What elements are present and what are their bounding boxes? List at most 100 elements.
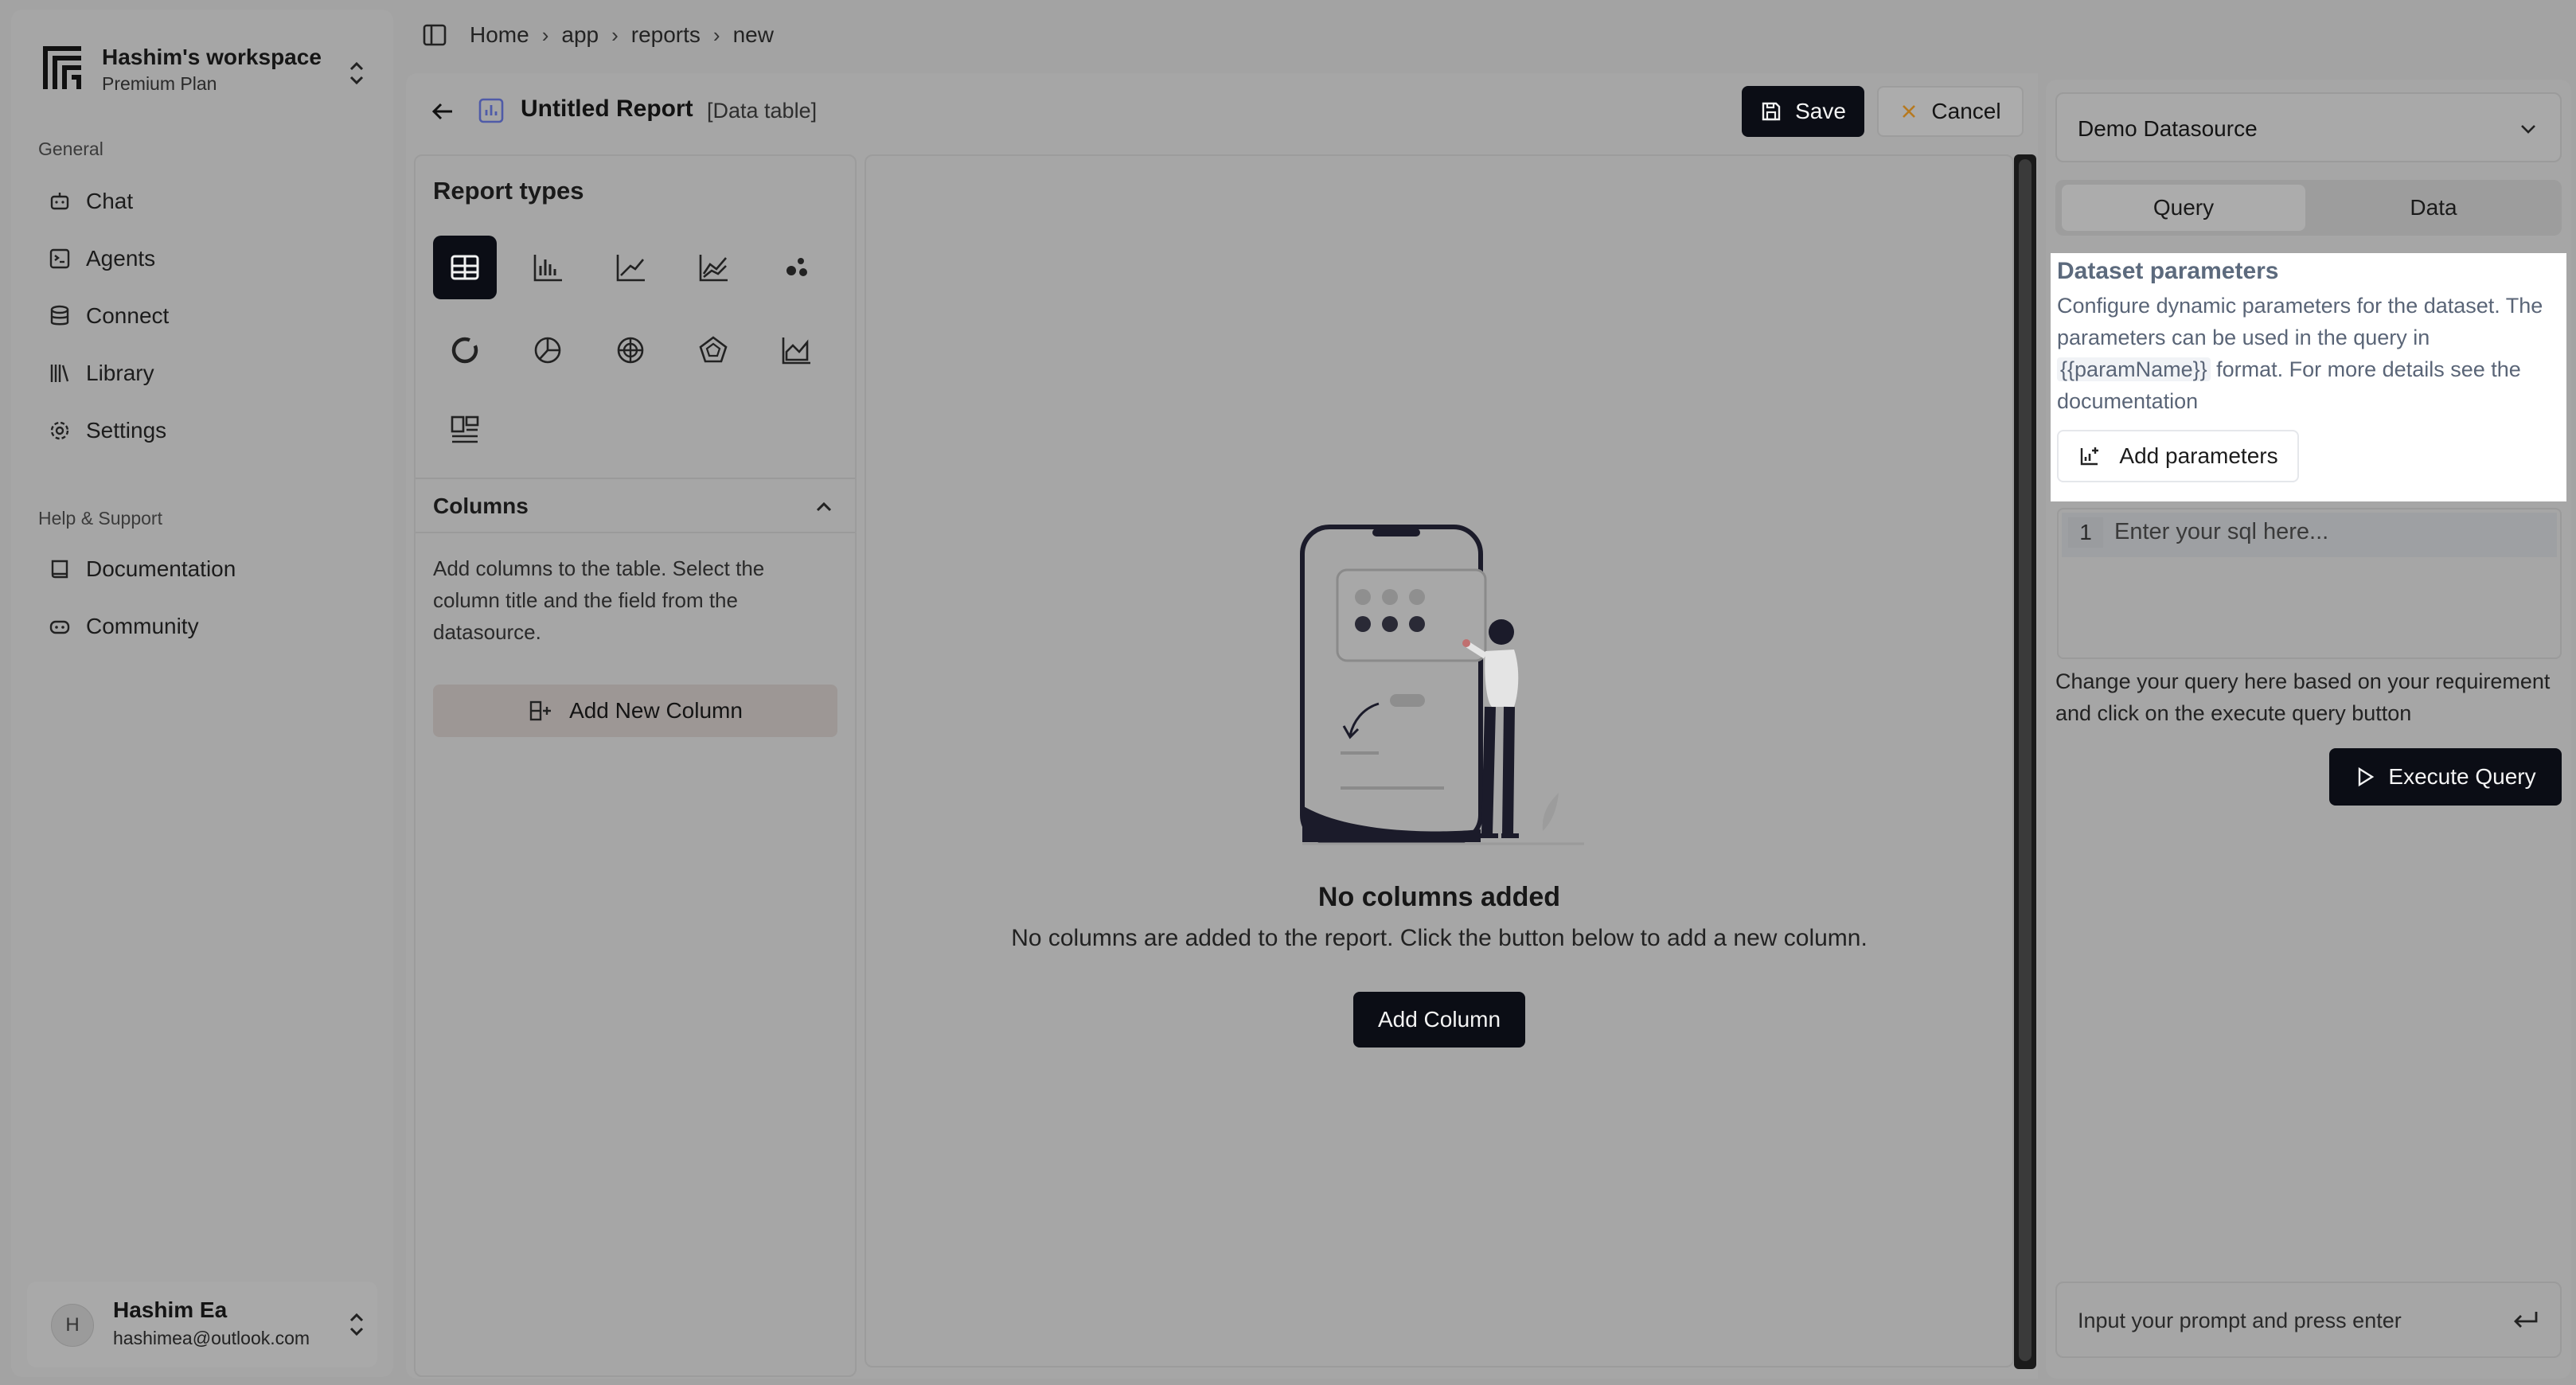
book-icon <box>51 560 68 579</box>
datasource-select[interactable]: Demo Datasource <box>2055 92 2562 162</box>
dataset-parameters-title: Dataset parameters <box>2057 258 2279 284</box>
columns-title: Columns <box>433 494 529 518</box>
bar-chart-icon <box>533 255 562 282</box>
param-name-code: {{paramName}} <box>2057 357 2211 381</box>
report-types-title: Report types <box>433 177 584 205</box>
add-parameters-label: Add parameters <box>2119 443 2278 468</box>
execute-query-button[interactable]: Execute Query <box>2329 748 2562 806</box>
sidebar-item-chat[interactable]: Chat <box>35 180 385 223</box>
breadcrumb-separator-icon: › <box>541 22 549 47</box>
tab-query[interactable]: Query <box>2062 185 2305 231</box>
type-layout-button[interactable] <box>433 398 497 462</box>
chat-bot-icon <box>50 193 69 210</box>
sidebar-item-label: Connect <box>86 303 170 328</box>
back-arrow-icon[interactable] <box>428 97 457 126</box>
add-column-label: Add Column <box>1377 1007 1501 1032</box>
breadcrumb: Home › app › reports › new <box>470 19 774 51</box>
play-icon <box>2359 767 2375 787</box>
report-type-label: [Data table] <box>707 99 818 123</box>
dataset-parameters-section: Dataset parameters Configure dynamic par… <box>2051 253 2566 501</box>
library-icon <box>50 365 69 382</box>
sidebar-item-agents[interactable]: Agents <box>35 237 385 280</box>
breadcrumb-separator-icon: › <box>611 22 619 47</box>
add-column-button[interactable]: Add Column <box>1353 992 1525 1048</box>
empty-state-description: No columns are added to the report. Clic… <box>1011 925 1868 951</box>
report-header: Untitled Report [Data table] <box>422 83 1879 138</box>
section-label-general: General <box>38 138 103 159</box>
type-pentagon-button[interactable] <box>681 318 745 382</box>
chevron-up-down-icon <box>349 1313 364 1336</box>
sidebar-item-documentation[interactable]: Documentation <box>35 548 385 591</box>
type-donut-button[interactable] <box>433 318 497 382</box>
chevron-down-icon <box>2521 125 2535 134</box>
line-chart-icon <box>616 255 645 282</box>
type-bar-button[interactable] <box>516 236 580 299</box>
scrollbar-thumb[interactable] <box>2019 159 2032 1361</box>
user-menu[interactable]: H Hashim Ea hashimea@outlook.com <box>27 1282 377 1367</box>
community-icon <box>49 620 70 634</box>
save-icon <box>1762 102 1781 121</box>
sidebar-item-label: Library <box>86 361 154 385</box>
sql-editor[interactable]: 1 Enter your sql here... <box>2057 508 2562 659</box>
section-label-help: Help & Support <box>38 508 162 529</box>
area-chart-icon <box>782 337 810 365</box>
radar-chart-icon <box>617 337 644 364</box>
breadcrumb-separator-icon: › <box>712 22 720 47</box>
sidebar-item-community[interactable]: Community <box>35 605 385 648</box>
database-icon <box>50 305 69 326</box>
user-email: hashimea@outlook.com <box>113 1328 310 1348</box>
breadcrumb-reports[interactable]: reports <box>631 22 701 48</box>
save-label: Save <box>1795 99 1846 123</box>
cancel-label: Cancel <box>1931 99 2001 123</box>
report-types-panel: Report types Columns Add columns to the … <box>414 154 857 1377</box>
add-new-column-button[interactable]: Add New Column <box>433 685 837 737</box>
columns-section-header[interactable]: Columns <box>416 478 855 533</box>
close-icon <box>1903 105 1916 118</box>
chevron-up-icon <box>816 501 832 512</box>
sidebar-item-settings[interactable]: Settings <box>35 409 385 452</box>
type-multi-line-button[interactable] <box>681 236 745 299</box>
sidebar-toggle-icon[interactable] <box>422 22 447 48</box>
report-title[interactable]: Untitled Report <box>521 96 693 123</box>
sidebar-item-label: Settings <box>86 418 167 443</box>
type-line-button[interactable] <box>599 236 662 299</box>
avatar: H <box>51 1304 94 1347</box>
agents-icon <box>49 248 70 269</box>
type-pie-button[interactable] <box>516 318 580 382</box>
layout-icon <box>451 416 479 443</box>
type-area-button[interactable] <box>764 318 828 382</box>
type-table-button[interactable] <box>433 236 497 299</box>
sidebar-item-label: Documentation <box>86 556 236 581</box>
breadcrumb-home[interactable]: Home <box>470 22 529 48</box>
enter-icon[interactable] <box>2509 1307 2541 1336</box>
add-column-icon <box>529 700 552 721</box>
sql-line-number: 1 <box>2068 517 2103 548</box>
cancel-button[interactable]: Cancel <box>1877 86 2024 137</box>
tab-data[interactable]: Data <box>2312 185 2555 231</box>
breadcrumb-app[interactable]: app <box>561 22 599 48</box>
add-chart-parameter-icon <box>2081 447 2099 466</box>
donut-chart-icon <box>451 337 478 364</box>
type-scatter-button[interactable] <box>764 236 828 299</box>
sidebar: Hashim's workspace Premium Plan General … <box>11 10 393 1377</box>
sidebar-item-library[interactable]: Library <box>35 352 385 395</box>
type-radar-button[interactable] <box>599 318 662 382</box>
gear-icon <box>50 421 69 440</box>
report-chart-icon <box>478 98 504 123</box>
user-name: Hashim Ea <box>113 1297 228 1322</box>
workspace-switcher[interactable]: Hashim's workspace Premium Plan <box>27 29 377 108</box>
query-help-text: Change your query here based on your req… <box>2055 669 2551 725</box>
columns-description: Add columns to the table. Select the col… <box>433 556 765 644</box>
scatter-chart-icon <box>786 258 807 276</box>
dataset-parameters-description: Configure dynamic parameters for the dat… <box>2057 290 2566 417</box>
add-parameters-button[interactable]: Add parameters <box>2057 430 2299 482</box>
sql-placeholder: Enter your sql here... <box>2114 519 2329 544</box>
empty-state-illustration <box>1300 525 1584 845</box>
dataset-parameters-desc-start: Configure dynamic parameters for the dat… <box>2057 294 2543 349</box>
execute-query-label: Execute Query <box>2388 764 2536 789</box>
save-button[interactable]: Save <box>1742 86 1864 137</box>
datasource-value: Demo Datasource <box>2078 116 2258 141</box>
prompt-placeholder: Input your prompt and press enter <box>2078 1309 2402 1332</box>
sidebar-item-connect[interactable]: Connect <box>35 295 385 337</box>
prompt-input[interactable]: Input your prompt and press enter <box>2055 1282 2562 1358</box>
